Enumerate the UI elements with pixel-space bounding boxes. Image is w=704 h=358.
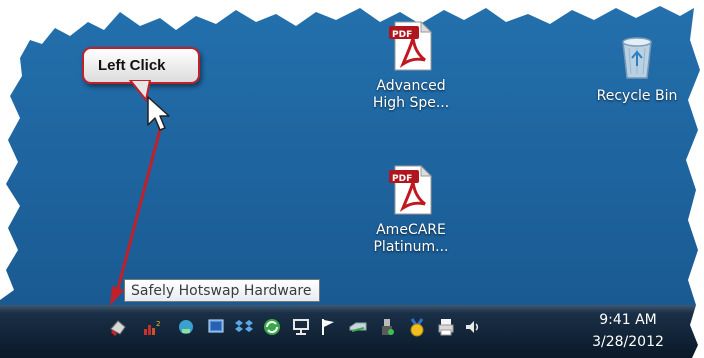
network-icon[interactable] xyxy=(291,317,311,337)
tooltip: Safely Hotswap Hardware xyxy=(124,279,321,302)
drive-icon[interactable] xyxy=(348,317,368,337)
left-click-callout: Left Click xyxy=(82,47,200,84)
display-icon[interactable] xyxy=(206,317,226,337)
action-center-flag-icon[interactable] xyxy=(319,317,339,337)
pdf-badge: PDF xyxy=(392,174,413,184)
clock-date: 3/28/2012 xyxy=(592,334,664,350)
usb-device-icon[interactable] xyxy=(377,317,397,337)
mouse-cursor-icon xyxy=(147,96,170,131)
safely-hotswap-hardware-icon[interactable] xyxy=(108,317,128,337)
dropbox-icon[interactable] xyxy=(234,317,254,337)
clock-time: 9:41 AM xyxy=(599,312,657,328)
taskbar-clock[interactable]: 9:41 AM 3/28/2012 xyxy=(578,309,678,353)
desktop-icon-advanced-pdf[interactable]: PDF Advanced High Spe... xyxy=(356,20,466,112)
volume-icon[interactable] xyxy=(463,317,483,337)
pdf-file-icon: PDF xyxy=(389,20,433,72)
recycle-bin-icon xyxy=(615,32,659,80)
desktop-icon-label: Recycle Bin xyxy=(596,88,678,104)
svg-text:2: 2 xyxy=(156,320,160,328)
pdf-badge: PDF xyxy=(392,30,413,40)
callout-label: Left Click xyxy=(98,57,166,74)
desktop-icon-recycle-bin[interactable]: Recycle Bin xyxy=(582,32,692,105)
desktop-icon-amecare-pdf[interactable]: PDF AmeCARE Platinum... xyxy=(356,164,466,256)
pdf-file-icon: PDF xyxy=(389,164,433,216)
resource-meter-icon[interactable]: 2 xyxy=(142,317,162,337)
sync-icon[interactable] xyxy=(262,317,282,337)
tooltip-text: Safely Hotswap Hardware xyxy=(131,283,312,299)
desktop-icon-label: AmeCARE Platinum... xyxy=(373,222,449,255)
printer-icon[interactable] xyxy=(436,317,456,337)
desktop-icon-label: Advanced High Spe... xyxy=(372,78,450,111)
award-icon[interactable] xyxy=(407,317,427,337)
network-drive-icon[interactable] xyxy=(176,317,196,337)
